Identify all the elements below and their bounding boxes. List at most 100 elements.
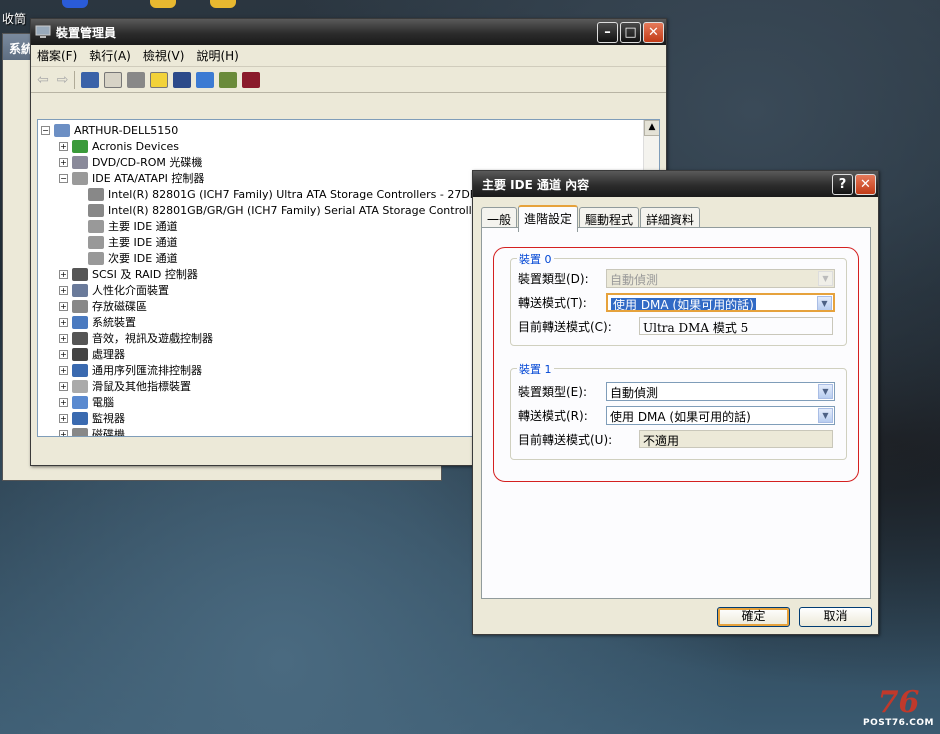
expand-icon[interactable]: + — [59, 141, 68, 151]
tree-item-label: 處理器 — [92, 348, 125, 361]
tree-item-label: Intel(R) 82801G (ICH7 Family) Ultra ATA … — [108, 187, 477, 201]
desktop-icon-label[interactable]: 收筒 — [2, 10, 26, 27]
help-button[interactable]: ? — [832, 173, 853, 195]
device-category-icon — [72, 395, 88, 409]
expand-icon[interactable]: + — [59, 157, 68, 167]
tree-item[interactable]: + 存放磁碟區 — [59, 298, 147, 314]
device1-type-value: 自動偵測 — [610, 386, 659, 400]
tree-item[interactable]: + 系統裝置 — [59, 314, 136, 330]
device-category-icon — [88, 203, 104, 217]
menu-help[interactable]: 說明(H) — [196, 47, 238, 64]
tree-item[interactable]: + 電腦 — [59, 394, 114, 410]
tree-item[interactable]: + 磁碟機 — [59, 426, 125, 436]
back-arrow-icon[interactable]: ⇦ — [37, 72, 49, 88]
menu-action[interactable]: 執行(A) — [89, 47, 131, 64]
expand-icon[interactable]: + — [59, 285, 68, 295]
chevron-down-icon[interactable]: ▼ — [818, 408, 833, 423]
tree-item[interactable]: + DVD/CD-ROM 光碟機 — [59, 154, 202, 170]
tree-item[interactable]: + 監視器 — [59, 410, 125, 426]
view-icon[interactable] — [173, 71, 192, 88]
print-icon[interactable] — [127, 71, 146, 88]
dialog-close-button[interactable]: ✕ — [855, 173, 876, 195]
tree-root-label: ARTHUR-DELL5150 — [74, 123, 179, 137]
device-category-icon — [72, 315, 88, 329]
tree-item-label: 滑鼠及其他指標裝置 — [92, 380, 191, 393]
device-category-icon — [72, 363, 88, 377]
tree-item[interactable]: + 滑鼠及其他指標裝置 — [59, 378, 191, 394]
tree-item[interactable]: + 音效，視訊及遊戲控制器 — [59, 330, 213, 346]
expand-icon[interactable]: + — [59, 429, 68, 436]
tree-root[interactable]: − ARTHUR-DELL5150 — [41, 122, 178, 138]
cancel-button[interactable]: 取消 — [799, 607, 872, 627]
collapse-icon[interactable]: − — [41, 125, 50, 135]
toolbar: ⇦ ⇨ — [31, 67, 666, 93]
ok-button[interactable]: 確定 — [717, 607, 790, 627]
scan-hardware-icon[interactable] — [196, 71, 215, 88]
tree-item-label: Acronis Devices — [92, 139, 179, 153]
device0-legend: 裝置 0 — [517, 251, 554, 267]
expand-icon[interactable]: + — [59, 333, 68, 343]
desktop-icon-fragment[interactable] — [150, 0, 176, 8]
expand-icon[interactable]: + — [59, 301, 68, 311]
tree-item[interactable]: − IDE ATA/ATAPI 控制器 — [59, 170, 204, 186]
properties-icon[interactable] — [104, 71, 123, 88]
device-category-icon — [72, 267, 88, 281]
site-watermark: 76 POST76.COM — [862, 685, 934, 729]
expand-icon[interactable]: + — [59, 317, 68, 327]
device-category-icon — [72, 155, 88, 169]
device0-transfer-label: 轉送模式(T): — [518, 296, 587, 310]
expand-icon[interactable]: + — [59, 349, 68, 359]
device-manager-titlebar[interactable]: 裝置管理員 – □ ✕ — [31, 19, 666, 45]
menu-view[interactable]: 檢視(V) — [143, 47, 185, 64]
expand-icon[interactable]: + — [59, 381, 68, 391]
minimize-button[interactable]: – — [597, 21, 618, 43]
computer-icon — [54, 123, 70, 137]
expand-icon[interactable]: + — [59, 397, 68, 407]
expand-icon[interactable]: + — [59, 269, 68, 279]
desktop-icon-fragment[interactable] — [210, 0, 236, 8]
chevron-down-icon[interactable]: ▼ — [818, 384, 833, 399]
menu-file[interactable]: 檔案(F) — [37, 47, 77, 64]
device1-legend: 裝置 1 — [517, 361, 554, 377]
scroll-up-icon[interactable]: ▲ — [644, 120, 659, 136]
expand-icon[interactable]: + — [59, 413, 68, 423]
ide-channel-properties-dialog[interactable]: 主要 IDE 通道 內容 ? ✕ 一般 進階設定 驅動程式 詳細資料 裝置 0 … — [472, 170, 879, 635]
device1-type-select[interactable]: 自動偵測 ▼ — [606, 382, 835, 401]
help-icon[interactable] — [150, 71, 169, 88]
tree-item-label: Intel(R) 82801GB/GR/GH (ICH7 Family) Ser… — [108, 203, 516, 217]
device0-current-mode-field: Ultra DMA 模式 5 — [639, 317, 833, 335]
chevron-down-icon: ▼ — [818, 271, 833, 286]
device0-transfer-select[interactable]: 使用 DMA (如果可用的話) ▼ — [606, 293, 835, 312]
tree-item[interactable]: 主要 IDE 通道 — [88, 218, 178, 234]
tree-item[interactable]: 主要 IDE 通道 — [88, 234, 178, 250]
chevron-down-icon[interactable]: ▼ — [817, 296, 832, 310]
watermark-logo: 76 — [877, 685, 920, 720]
tree-item[interactable]: + 人性化介面裝置 — [59, 282, 169, 298]
maximize-button[interactable]: □ — [620, 21, 641, 43]
tree-item[interactable]: 次要 IDE 通道 — [88, 250, 178, 266]
tree-item[interactable]: Intel(R) 82801G (ICH7 Family) Ultra ATA … — [88, 186, 476, 202]
tree-item[interactable]: + SCSI 及 RAID 控制器 — [59, 266, 198, 282]
tree-item[interactable]: + Acronis Devices — [59, 138, 179, 154]
device0-type-value: 自動偵測 — [610, 273, 659, 287]
tree-item-label: 音效，視訊及遊戲控制器 — [92, 332, 213, 345]
tree-item[interactable]: + 處理器 — [59, 346, 125, 362]
update-driver-icon[interactable] — [219, 71, 238, 88]
uninstall-icon[interactable] — [242, 71, 261, 88]
tree-item-label: 次要 IDE 通道 — [108, 252, 178, 265]
expand-icon[interactable]: + — [59, 365, 68, 375]
device-category-icon — [72, 139, 88, 153]
show-hide-tree-icon[interactable] — [81, 71, 100, 88]
tab-advanced-settings[interactable]: 進階設定 — [518, 205, 579, 232]
watermark-site: POST76.COM — [862, 718, 934, 728]
forward-arrow-icon[interactable]: ⇨ — [57, 72, 69, 88]
collapse-icon[interactable]: − — [59, 173, 68, 183]
desktop-icon-fragment[interactable] — [62, 0, 88, 8]
device1-transfer-select[interactable]: 使用 DMA (如果可用的話) ▼ — [606, 406, 835, 425]
device0-group: 裝置 0 裝置類型(D): 自動偵測 ▼ 轉送模式(T): 使用 DMA (如果… — [510, 251, 847, 346]
tree-item[interactable]: Intel(R) 82801GB/GR/GH (ICH7 Family) Ser… — [88, 202, 516, 218]
close-button[interactable]: ✕ — [643, 21, 664, 43]
tree-item[interactable]: + 通用序列匯流排控制器 — [59, 362, 202, 378]
menu-bar: 檔案(F) 執行(A) 檢視(V) 說明(H) — [31, 45, 666, 67]
dialog-titlebar[interactable]: 主要 IDE 通道 內容 ? ✕ — [473, 171, 878, 197]
